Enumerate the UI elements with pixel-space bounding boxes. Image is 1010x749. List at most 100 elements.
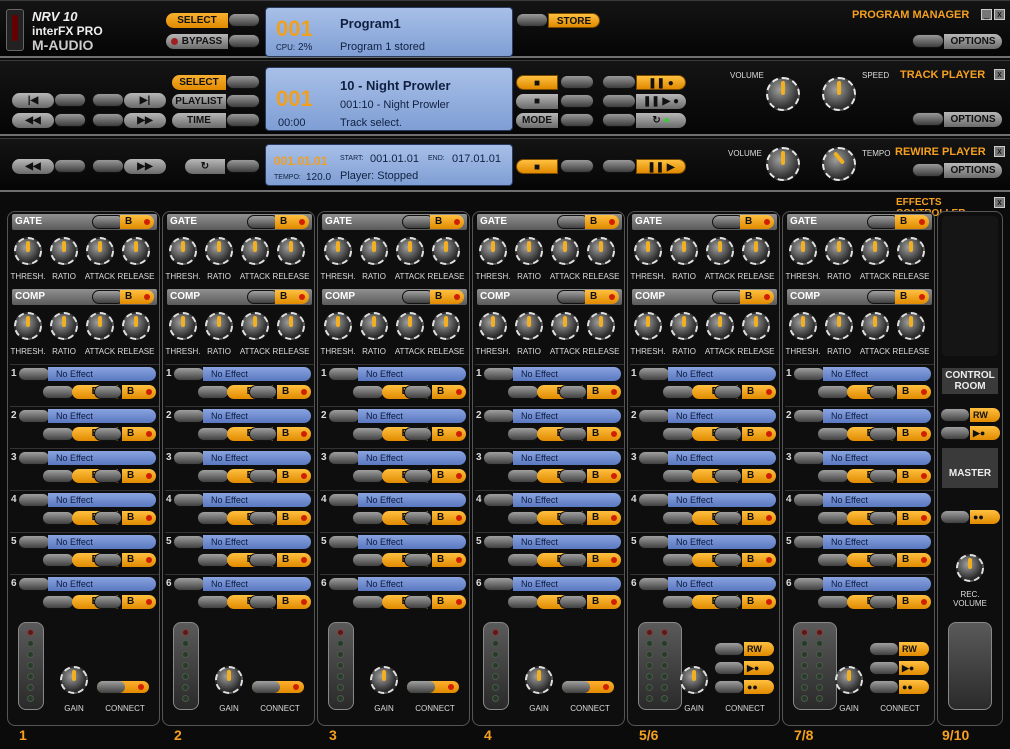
slot-edit-toggle[interactable] <box>42 469 74 483</box>
effect-select[interactable]: No Effect <box>203 535 311 549</box>
control-room-play-toggle[interactable] <box>940 426 970 440</box>
gain-knob[interactable] <box>680 666 708 694</box>
slot-toggle[interactable] <box>793 577 825 591</box>
comp-knob[interactable] <box>634 312 662 340</box>
slot-bypass-toggle[interactable] <box>404 553 432 567</box>
slot-bypass-button[interactable]: B <box>587 469 621 483</box>
rewire-loop-button[interactable]: ↻ <box>185 159 225 174</box>
slot-toggle[interactable] <box>483 409 515 423</box>
fast-forward-button[interactable]: ▶▶ <box>124 113 166 128</box>
slot-edit-toggle[interactable] <box>197 385 229 399</box>
slot-toggle[interactable] <box>173 409 205 423</box>
time-button[interactable]: TIME <box>172 113 226 128</box>
rewire-options-toggle[interactable] <box>912 163 944 177</box>
slot-edit-toggle[interactable] <box>352 511 384 525</box>
slot-edit-toggle[interactable] <box>352 385 384 399</box>
slot-bypass-toggle[interactable] <box>869 511 897 525</box>
gate-knob[interactable] <box>897 237 925 265</box>
slot-edit-toggle[interactable] <box>817 553 849 567</box>
slot-bypass-button[interactable]: B <box>277 469 311 483</box>
slot-edit-toggle[interactable] <box>507 469 539 483</box>
rewire-rewind-button[interactable]: ◀◀ <box>12 159 54 174</box>
slot-toggle[interactable] <box>18 493 50 507</box>
gate-bypass-button[interactable]: B <box>585 215 619 229</box>
slot-bypass-button[interactable]: B <box>122 385 156 399</box>
slot-bypass-toggle[interactable] <box>249 553 277 567</box>
slot-toggle[interactable] <box>328 493 360 507</box>
slot-edit-toggle[interactable] <box>352 595 384 609</box>
loop-toggle[interactable] <box>602 113 636 127</box>
mode-toggle[interactable] <box>560 113 594 127</box>
slot-edit-toggle[interactable] <box>197 427 229 441</box>
pause-toggle[interactable] <box>602 75 636 89</box>
slot-bypass-toggle[interactable] <box>559 511 587 525</box>
slot-bypass-toggle[interactable] <box>404 595 432 609</box>
slot-bypass-toggle[interactable] <box>559 427 587 441</box>
slot-edit-toggle[interactable] <box>42 385 74 399</box>
slot-bypass-button[interactable]: B <box>897 427 931 441</box>
control-room-rw-toggle[interactable] <box>940 408 970 422</box>
slot-bypass-button[interactable]: B <box>277 427 311 441</box>
gate-knob[interactable] <box>742 237 770 265</box>
slot-bypass-button[interactable]: B <box>432 385 466 399</box>
comp-knob[interactable] <box>14 312 42 340</box>
slot-toggle[interactable] <box>173 535 205 549</box>
rewire-rewind-toggle[interactable] <box>54 159 86 173</box>
rewind-toggle[interactable] <box>54 113 86 127</box>
slot-toggle[interactable] <box>638 577 670 591</box>
rewire-volume-knob[interactable] <box>766 147 800 181</box>
comp-knob[interactable] <box>122 312 150 340</box>
gain-knob[interactable] <box>525 666 553 694</box>
gate-bypass-button[interactable]: B <box>120 215 154 229</box>
slot-bypass-toggle[interactable] <box>249 427 277 441</box>
gate-knob[interactable] <box>551 237 579 265</box>
effect-select[interactable]: No Effect <box>358 535 466 549</box>
effect-select[interactable]: No Effect <box>823 493 931 507</box>
effect-select[interactable]: No Effect <box>48 577 156 591</box>
slot-bypass-toggle[interactable] <box>404 511 432 525</box>
slot-bypass-button[interactable]: B <box>122 511 156 525</box>
rewire-stop-toggle[interactable] <box>560 159 594 173</box>
track-volume-knob[interactable] <box>766 77 800 111</box>
connect-button[interactable]: ●● <box>899 680 929 694</box>
gate-knob[interactable] <box>706 237 734 265</box>
slot-toggle[interactable] <box>328 577 360 591</box>
connect-toggle[interactable] <box>714 680 744 694</box>
slot-edit-toggle[interactable] <box>197 595 229 609</box>
slot-edit-toggle[interactable] <box>197 511 229 525</box>
slot-bypass-toggle[interactable] <box>94 511 122 525</box>
effect-select[interactable]: No Effect <box>668 451 776 465</box>
playlist-toggle[interactable] <box>226 94 260 108</box>
slot-toggle[interactable] <box>638 367 670 381</box>
tempo-knob[interactable] <box>822 147 856 181</box>
slot-bypass-button[interactable]: B <box>432 595 466 609</box>
slot-bypass-toggle[interactable] <box>559 553 587 567</box>
gate-knob[interactable] <box>205 237 233 265</box>
comp-knob[interactable] <box>479 312 507 340</box>
rewire-loop-toggle[interactable] <box>226 159 260 173</box>
effect-select[interactable]: No Effect <box>823 577 931 591</box>
slot-bypass-button[interactable]: B <box>897 385 931 399</box>
comp-knob[interactable] <box>670 312 698 340</box>
connect-button[interactable] <box>96 680 150 694</box>
slot-bypass-toggle[interactable] <box>94 553 122 567</box>
speed-knob[interactable] <box>822 77 856 111</box>
gate-knob[interactable] <box>587 237 615 265</box>
slot-toggle[interactable] <box>18 535 50 549</box>
slot-bypass-button[interactable]: B <box>897 469 931 483</box>
slot-edit-toggle[interactable] <box>662 511 694 525</box>
comp-knob[interactable] <box>742 312 770 340</box>
slot-toggle[interactable] <box>483 451 515 465</box>
skip-back-button[interactable]: |◀ <box>12 93 54 108</box>
comp-knob[interactable] <box>169 312 197 340</box>
slot-edit-toggle[interactable] <box>42 427 74 441</box>
connect-button[interactable] <box>406 680 460 694</box>
effect-select[interactable]: No Effect <box>668 367 776 381</box>
store-toggle[interactable] <box>516 13 548 27</box>
effect-select[interactable]: No Effect <box>513 409 621 423</box>
effect-select[interactable]: No Effect <box>358 493 466 507</box>
effect-select[interactable]: No Effect <box>358 367 466 381</box>
slot-bypass-toggle[interactable] <box>404 385 432 399</box>
slot-bypass-toggle[interactable] <box>869 595 897 609</box>
slot-bypass-toggle[interactable] <box>404 469 432 483</box>
